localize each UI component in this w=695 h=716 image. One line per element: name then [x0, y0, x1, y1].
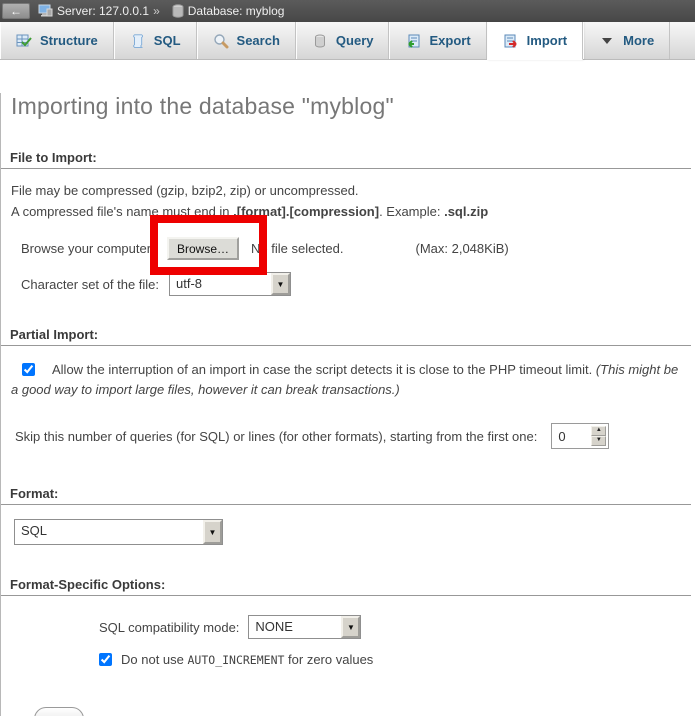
charset-select[interactable]: utf-8 ▼ [169, 272, 291, 296]
file-to-import-heading-label: File to Import: [10, 150, 97, 165]
tab-search-label: Search [237, 33, 280, 48]
skip-queries-input[interactable] [554, 426, 591, 446]
section-heading-partial-import: Partial Import: [1, 327, 691, 346]
format-select-arrow-icon[interactable]: ▼ [203, 520, 222, 544]
line2-prefix: A compressed file's name must end in [11, 204, 233, 219]
charset-select-arrow-icon[interactable]: ▼ [271, 273, 290, 295]
compression-info-line1: File may be compressed (gzip, bzip2, zip… [11, 182, 695, 199]
sql-compatibility-label: SQL compatibility mode: [99, 620, 239, 635]
sql-compatibility-row: SQL compatibility mode: NONE ▼ [99, 615, 695, 639]
stepper-buttons: ▲ ▼ [591, 426, 606, 446]
go-button[interactable]: Go [34, 707, 84, 716]
tab-export-label: Export [429, 33, 470, 48]
auto-increment-text-suffix: for zero values [284, 652, 373, 667]
section-heading-format: Format: [1, 486, 691, 505]
query-icon [312, 33, 328, 49]
stepper-up-icon[interactable]: ▲ [591, 426, 606, 436]
line2-example-token: .sql.zip [444, 204, 488, 219]
format-heading-label: Format: [10, 486, 58, 501]
export-icon [405, 33, 421, 49]
sql-icon [130, 33, 146, 49]
tab-structure[interactable]: Structure [0, 22, 114, 59]
tab-import-label: Import [527, 33, 567, 48]
tab-export[interactable]: Export [389, 22, 486, 59]
auto-increment-checkbox[interactable] [99, 653, 112, 666]
breadcrumb-bar: ← Server: 127.0.0.1 » Database: myblog [0, 0, 695, 22]
page-title: Importing into the database "myblog" [11, 93, 695, 120]
structure-icon [16, 33, 32, 49]
auto-increment-row: Do not use AUTO_INCREMENT for zero value… [99, 652, 695, 667]
allow-interruption-block: Allow the interruption of an import in c… [11, 360, 687, 400]
phpmyadmin-import-page: ← Server: 127.0.0.1 » Database: myblog S… [0, 0, 695, 716]
back-button[interactable]: ← [2, 3, 30, 19]
auto-increment-code: AUTO_INCREMENT [188, 653, 285, 667]
partial-import-heading-label: Partial Import: [10, 327, 98, 342]
breadcrumb-separator: » [153, 4, 160, 18]
browse-label: Browse your computer: [21, 241, 167, 256]
sql-compatibility-select-value: NONE [249, 616, 341, 638]
allow-interruption-checkbox[interactable] [22, 363, 35, 376]
breadcrumb-database[interactable]: Database: myblog [188, 4, 285, 18]
tab-search[interactable]: Search [197, 22, 296, 59]
allow-interruption-text: Allow the interruption of an import in c… [52, 362, 596, 377]
format-select-value: SQL [15, 520, 203, 544]
tab-more[interactable]: More [583, 22, 670, 59]
auto-increment-text-prefix: Do not use [121, 652, 188, 667]
stepper-down-icon[interactable]: ▼ [591, 436, 606, 446]
import-icon [503, 33, 519, 49]
format-select[interactable]: SQL ▼ [14, 519, 223, 545]
search-icon [213, 33, 229, 49]
charset-select-value: utf-8 [170, 273, 271, 295]
tab-query-label: Query [336, 33, 374, 48]
charset-row: Character set of the file: utf-8 ▼ [21, 272, 695, 296]
skip-queries-stepper[interactable]: ▲ ▼ [551, 423, 609, 449]
section-heading-format-specific: Format-Specific Options: [1, 577, 691, 596]
tab-structure-label: Structure [40, 33, 98, 48]
section-heading-file-to-import: File to Import: [1, 150, 691, 169]
sql-compatibility-select-arrow-icon[interactable]: ▼ [341, 616, 360, 638]
skip-queries-row: Skip this number of queries (for SQL) or… [15, 423, 695, 449]
chevron-down-icon [599, 33, 615, 49]
tab-sql[interactable]: SQL [114, 22, 197, 59]
line2-mid: . Example: [379, 204, 444, 219]
database-icon [172, 4, 184, 18]
no-file-selected-text: No file selected. [251, 241, 344, 256]
max-size-note: (Max: 2,048KiB) [416, 241, 509, 256]
sql-compatibility-select[interactable]: NONE ▼ [248, 615, 361, 639]
tab-sql-label: SQL [154, 33, 181, 48]
compression-info-line2: A compressed file's name must end in .[f… [11, 203, 695, 220]
breadcrumb-server[interactable]: Server: 127.0.0.1 [57, 4, 149, 18]
format-specific-heading-label: Format-Specific Options: [10, 577, 165, 592]
charset-label: Character set of the file: [21, 277, 169, 292]
browse-button[interactable]: Browse… [167, 237, 239, 260]
main-content: Importing into the database "myblog" Fil… [0, 93, 695, 716]
browse-row: Browse your computer: Browse… No file se… [21, 236, 695, 261]
line2-format-token: .[format].[compression] [233, 204, 379, 219]
tab-bar: Structure SQL Search Query Export [0, 22, 695, 60]
skip-queries-label: Skip this number of queries (for SQL) or… [15, 429, 537, 444]
tab-query[interactable]: Query [296, 22, 390, 59]
tab-more-label: More [623, 33, 654, 48]
server-icon [38, 4, 53, 18]
tab-import[interactable]: Import [487, 22, 583, 60]
